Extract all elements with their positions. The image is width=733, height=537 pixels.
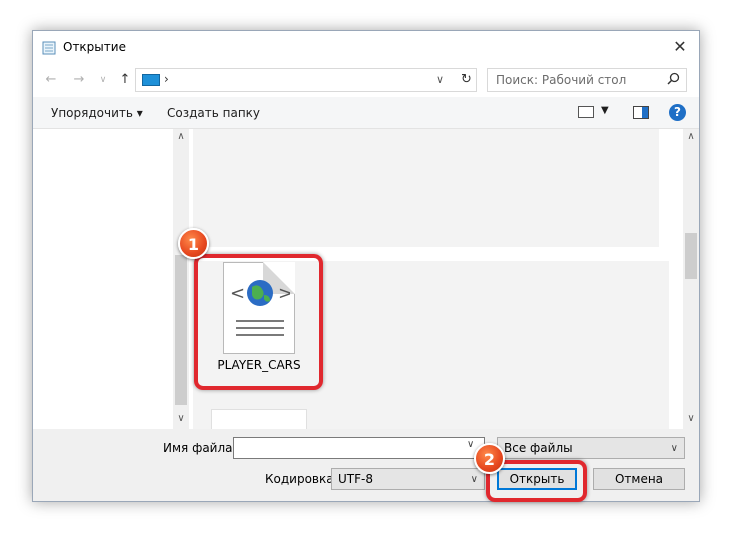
- file-list-scroll-thumb[interactable]: [685, 233, 697, 279]
- scroll-down-arrow-icon[interactable]: ∨: [173, 413, 189, 424]
- encoding-value: UTF-8: [338, 472, 373, 486]
- recent-locations-button[interactable]: ∨: [95, 72, 111, 88]
- arrow-up-icon: ↑: [119, 72, 131, 87]
- file-type-filter-select[interactable]: Все файлы ∨: [497, 437, 685, 459]
- search-icon[interactable]: [667, 72, 680, 89]
- view-options-dropdown-icon[interactable]: ▼: [601, 105, 609, 116]
- nav-pane-scroll-thumb[interactable]: [175, 255, 187, 405]
- chevron-down-icon: ∨: [670, 443, 678, 454]
- address-chevron[interactable]: ›: [164, 72, 169, 86]
- annotation-badge-2: 2: [474, 443, 505, 474]
- window-title: Открытие: [63, 40, 126, 54]
- filename-dropdown-icon[interactable]: ∨: [467, 439, 474, 450]
- chevron-down-icon: ∨: [470, 474, 478, 485]
- address-dropdown-icon[interactable]: ∨: [436, 73, 444, 86]
- close-button[interactable]: ✕: [663, 33, 697, 61]
- file-list-area: ∧ ∨ < > PLAYER_CARS: [33, 129, 699, 429]
- annotation-highlight-file: [194, 254, 323, 390]
- dialog-footer: Имя файла: ∨ Все файлы ∨ Кодировка: UTF-…: [33, 429, 699, 501]
- desktop-icon: [142, 74, 160, 86]
- search-input[interactable]: Поиск: Рабочий стол: [487, 68, 687, 92]
- back-button[interactable]: ←: [43, 72, 59, 88]
- up-button[interactable]: ↑: [117, 72, 133, 88]
- annotation-badge-1: 1: [178, 228, 209, 259]
- filename-label: Имя файла:: [163, 441, 237, 455]
- title-bar: Открытие ✕: [33, 31, 699, 63]
- scroll-up-arrow-icon[interactable]: ∧: [683, 131, 699, 142]
- help-icon[interactable]: ?: [669, 104, 686, 121]
- file-type-filter-value: Все файлы: [504, 441, 573, 455]
- navigation-bar: ← → ∨ ↑ › ∨ ↻ Поиск: Рабочий стол: [33, 63, 699, 97]
- organize-menu-button[interactable]: Упорядочить ▾: [51, 106, 143, 120]
- file-item-partial[interactable]: [211, 409, 307, 429]
- arrow-right-icon: →: [73, 72, 85, 87]
- command-toolbar: Упорядочить ▾ Создать папку ▼ ?: [33, 97, 699, 129]
- open-file-dialog: Открытие ✕ ← → ∨ ↑ › ∨ ↻ Поиск: Рабочий …: [32, 30, 700, 502]
- file-list-scrollbar[interactable]: ∧ ∨: [683, 129, 699, 429]
- encoding-label: Кодировка:: [265, 472, 338, 486]
- filename-input[interactable]: [233, 437, 485, 459]
- refresh-button[interactable]: ↻: [457, 68, 477, 92]
- address-bar[interactable]: › ∨: [135, 68, 461, 92]
- close-icon: ✕: [673, 37, 687, 56]
- search-placeholder: Поиск: Рабочий стол: [496, 73, 627, 87]
- encoding-select[interactable]: UTF-8 ∨: [331, 468, 485, 490]
- new-folder-button[interactable]: Создать папку: [167, 106, 260, 120]
- preview-pane-icon[interactable]: [633, 106, 649, 119]
- forward-button[interactable]: →: [71, 72, 87, 88]
- notepad-icon: [42, 41, 56, 55]
- chevron-down-icon: ∨: [99, 75, 107, 85]
- refresh-icon: ↻: [461, 72, 472, 87]
- cancel-button[interactable]: Отмена: [593, 468, 685, 490]
- change-view-icon[interactable]: [578, 106, 594, 118]
- file-group-band: [193, 129, 659, 247]
- arrow-left-icon: ←: [45, 72, 57, 87]
- scroll-down-arrow-icon[interactable]: ∨: [683, 413, 699, 424]
- scroll-up-arrow-icon[interactable]: ∧: [173, 131, 189, 142]
